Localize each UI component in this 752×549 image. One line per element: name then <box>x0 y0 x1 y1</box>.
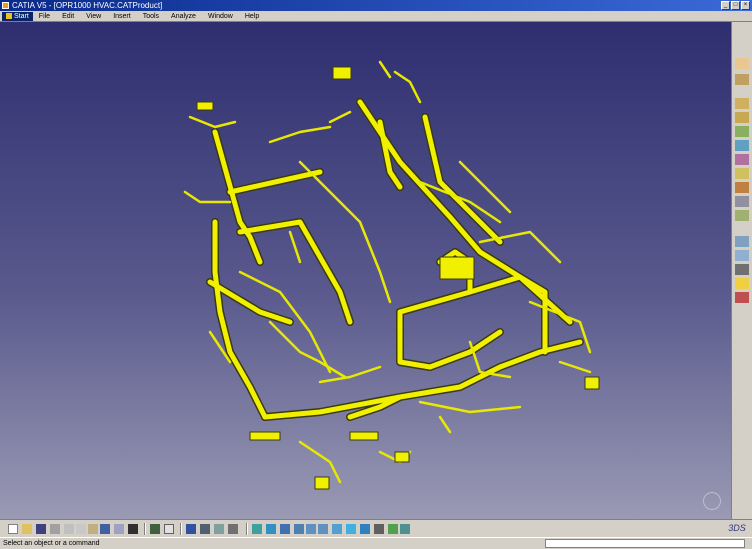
3d-viewport[interactable] <box>0 22 731 519</box>
undo-icon[interactable] <box>100 524 110 534</box>
catalog-icon[interactable] <box>186 524 196 534</box>
status-bar: Select an object or a command <box>0 537 752 549</box>
window-title: CATIA V5 - [OPR1000 HVAC.CATProduct] <box>12 1 163 10</box>
menu-edit[interactable]: Edit <box>56 13 80 20</box>
maximize-icon[interactable]: □ <box>731 1 740 10</box>
explode-icon[interactable] <box>735 264 749 275</box>
fly-mode-icon[interactable] <box>252 524 262 534</box>
zoom-in-icon[interactable] <box>306 524 316 534</box>
menu-help[interactable]: Help <box>239 13 265 20</box>
redo-icon[interactable] <box>114 524 124 534</box>
numbering-icon[interactable] <box>735 182 749 193</box>
replace-icon[interactable] <box>735 154 749 165</box>
measure-icon[interactable] <box>200 524 210 534</box>
hvac-duct-model <box>183 60 600 490</box>
cut-icon[interactable] <box>64 524 74 534</box>
toolbar-separator <box>246 523 248 535</box>
iso-view-icon[interactable] <box>360 524 370 534</box>
toolbar-separator <box>144 523 146 535</box>
title-bar: CATIA V5 - [OPR1000 HVAC.CATProduct] _ □… <box>0 0 752 11</box>
snap-icon[interactable] <box>735 250 749 261</box>
rotate-icon[interactable] <box>294 524 304 534</box>
menu-insert[interactable]: Insert <box>107 13 137 20</box>
fit-all-icon[interactable] <box>266 524 276 534</box>
normal-view-icon[interactable] <box>332 524 342 534</box>
bulb-icon[interactable] <box>735 278 749 289</box>
whats-this-icon[interactable] <box>128 524 138 534</box>
pan-icon[interactable] <box>280 524 290 534</box>
comment-icon[interactable] <box>164 524 174 534</box>
zoom-out-icon[interactable] <box>318 524 328 534</box>
open-folder-icon[interactable] <box>22 524 32 534</box>
paste-icon[interactable] <box>88 524 98 534</box>
start-icon <box>6 13 12 19</box>
menu-analyze[interactable]: Analyze <box>165 13 202 20</box>
minimize-icon[interactable]: _ <box>721 1 730 10</box>
reorder-icon[interactable] <box>735 168 749 179</box>
catia-app-icon <box>2 2 9 9</box>
menu-start[interactable]: Start <box>2 11 33 21</box>
menu-tools[interactable]: Tools <box>137 13 165 20</box>
formula-icon[interactable] <box>150 524 160 534</box>
compass-icon[interactable] <box>703 492 721 510</box>
constraint-icon[interactable] <box>735 236 749 247</box>
print-icon[interactable] <box>50 524 60 534</box>
close-icon[interactable]: × <box>741 1 750 10</box>
part-icon[interactable] <box>735 126 749 137</box>
cursor-icon[interactable] <box>735 58 749 69</box>
camera-icon[interactable] <box>228 524 238 534</box>
menu-bar: Start File Edit View Insert Tools Analyz… <box>0 11 752 22</box>
component-icon[interactable] <box>735 112 749 123</box>
toolbar-separator <box>180 523 182 535</box>
multi-instantiation-icon[interactable] <box>735 210 749 221</box>
menu-view[interactable]: View <box>80 13 107 20</box>
command-input[interactable] <box>545 539 745 548</box>
menu-window[interactable]: Window <box>202 13 239 20</box>
copy-icon[interactable] <box>76 524 86 534</box>
select-icon[interactable] <box>735 74 749 85</box>
swap-space-icon[interactable] <box>400 524 410 534</box>
render-style-icon[interactable] <box>374 524 384 534</box>
window-controls: _ □ × <box>721 1 750 10</box>
bottom-toolbar <box>0 519 752 537</box>
new-file-icon[interactable] <box>8 524 18 534</box>
knowledge-icon[interactable] <box>214 524 224 534</box>
graph-tree-icon[interactable] <box>735 196 749 207</box>
multi-view-icon[interactable] <box>346 524 356 534</box>
status-message: Select an object or a command <box>3 540 100 547</box>
catia-logo: 3DS <box>728 523 746 533</box>
right-toolbar <box>731 22 752 519</box>
save-icon[interactable] <box>36 524 46 534</box>
product-icon[interactable] <box>735 98 749 109</box>
hide-show-icon[interactable] <box>388 524 398 534</box>
menu-file[interactable]: File <box>33 13 56 20</box>
clash-icon[interactable] <box>735 292 749 303</box>
existing-component-icon[interactable] <box>735 140 749 151</box>
